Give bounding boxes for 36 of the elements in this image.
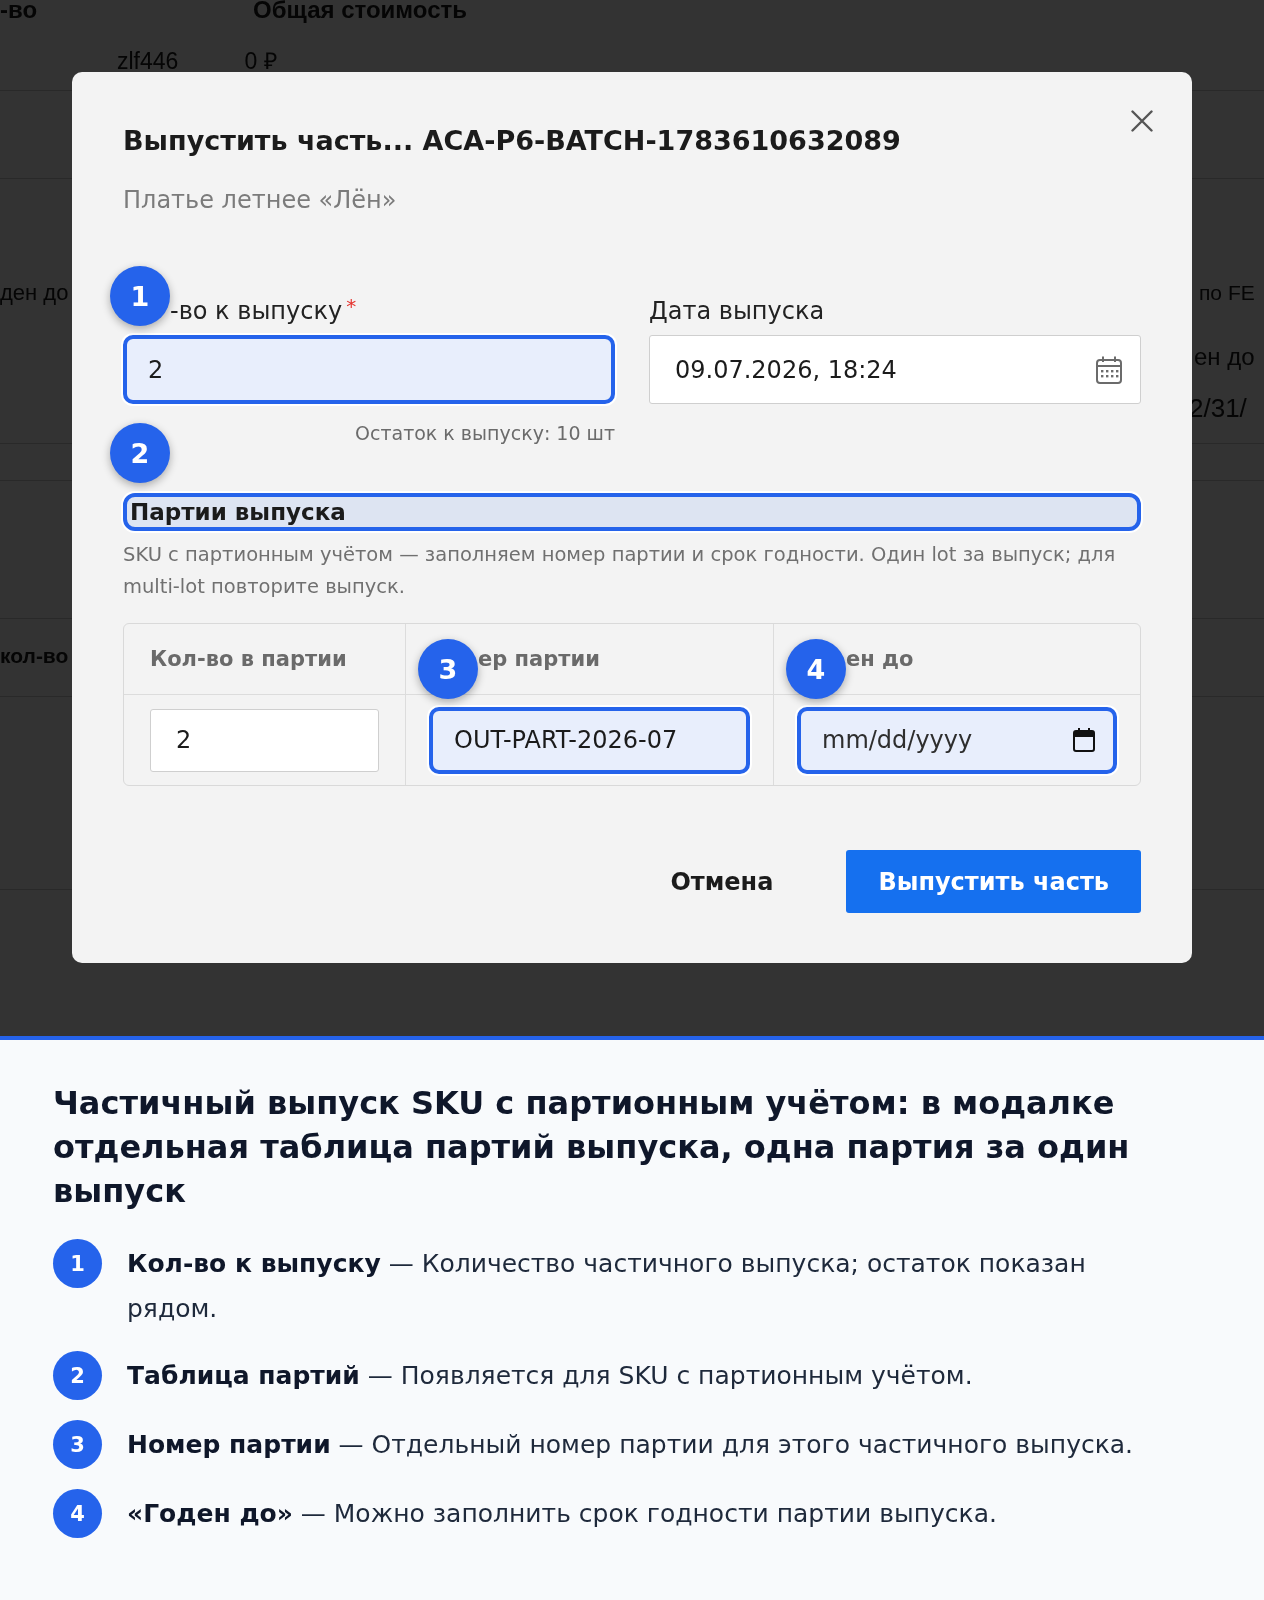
close-icon: [1131, 110, 1153, 132]
annotation-title: Частичный выпуск SKU с партионным учётом: в модалке отдельная таблица партий выпуска, одна партия за один выпуск: [53, 1083, 1131, 1212]
text-field[interactable]: OUT-PART-2026-07: [429, 706, 750, 774]
legend-marker: 1: [53, 1239, 102, 1288]
legend-marker: 4: [53, 1489, 102, 1538]
field-label: Дата выпуска: [649, 296, 825, 326]
step-marker: 2: [110, 423, 170, 483]
legend-marker: 3: [53, 1420, 102, 1469]
legend-marker: 2: [53, 1351, 102, 1400]
date-time-field[interactable]: 09.07.2026, 18:24: [649, 335, 1141, 404]
calendar-icon: [1073, 728, 1095, 752]
number-field[interactable]: 2: [123, 335, 615, 404]
legend-text: «Годен до» — Можно заполнить срок годности партии выпуска.: [127, 1498, 998, 1530]
legend-text: Номер партии — Отдельный номер партии для этого частичного выпуска.: [127, 1429, 1135, 1461]
cancel-button[interactable]: Отмена: [646, 850, 798, 913]
number-field[interactable]: 2: [150, 708, 379, 772]
section-title: Партии выпуска: [123, 493, 1141, 531]
dialog-title: Выпустить часть... ACA-P6-BATCH-1783610632089: [123, 124, 901, 158]
currency-symbol: ₽: [264, 51, 278, 71]
required-mark: *: [346, 296, 357, 316]
column-header: ер партии: [478, 647, 600, 671]
helper-text: Остаток к выпуску: 10 шт: [355, 421, 615, 445]
close-button[interactable]: [1131, 110, 1153, 132]
date-field[interactable]: mm/dd/yyyy: [797, 706, 1117, 774]
legend-text: Таблица партий — Появляется для SKU с партионным учётом.: [127, 1360, 974, 1392]
dialog-subtitle: Платье летнее «Лён»: [123, 186, 398, 214]
field-label: -во к выпуску: [170, 296, 343, 326]
step-marker: 1: [110, 266, 170, 326]
legend-text: Кол-во к выпуску — Количество частичного выпуска; остаток показан рядом.: [127, 1248, 1087, 1325]
release-button[interactable]: Выпустить часть: [846, 850, 1141, 913]
column-header: ен до: [846, 647, 914, 671]
calendar-icon: [1096, 355, 1122, 384]
step-marker: 3: [418, 639, 478, 699]
section-description: SKU с партионным учётом — заполняем номер партии и срок годности. Один lot за выпуск; для multi-lot повторите выпуск.: [123, 542, 1117, 600]
column-header: Кол-во в партии: [150, 647, 347, 671]
step-marker: 4: [786, 639, 846, 699]
